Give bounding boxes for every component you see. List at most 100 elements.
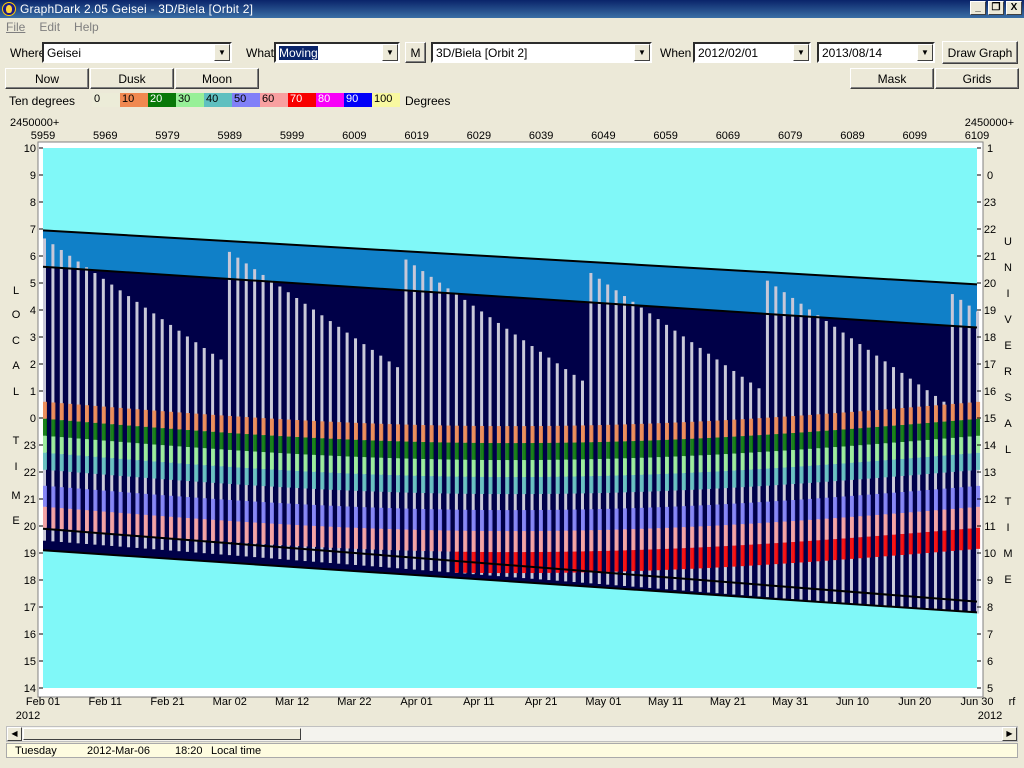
altitude-band: [404, 424, 409, 442]
altitude-band: [757, 469, 762, 487]
chart-svg[interactable]: 2450000+ 2450000+5959 5969 5979 5989 5999 6009…: [0, 112, 1024, 722]
scroll-left-icon[interactable]: ◀: [7, 727, 22, 741]
altitude-band: [480, 476, 485, 494]
altitude-band: [354, 422, 359, 440]
grids-button[interactable]: Grids: [935, 68, 1019, 89]
date-tick-label: Jun 30: [960, 696, 993, 708]
altitude-band: [118, 458, 123, 476]
mask-button[interactable]: Mask: [850, 68, 934, 89]
altitude-band: [236, 450, 241, 468]
altitude-band: [202, 498, 207, 520]
left-hour-tick: 21: [24, 494, 36, 506]
altitude-band: [917, 532, 922, 554]
corner-label: rf: [1009, 696, 1017, 708]
altitude-band: [185, 413, 190, 431]
altitude-band: [278, 503, 283, 525]
scroll-thumb[interactable]: [23, 728, 301, 740]
altitude-band: [480, 530, 485, 552]
altitude-band: [681, 506, 686, 528]
left-hour-tick: 16: [24, 629, 36, 641]
altitude-band: [505, 460, 510, 478]
object-combo[interactable]: 3D/Biela [Orbit 2] ▼: [431, 42, 652, 63]
left-hour-tick: 10: [24, 143, 36, 155]
left-hour-tick: 14: [24, 683, 36, 695]
altitude-band: [648, 440, 653, 458]
altitude-band: [858, 516, 863, 538]
altitude-band: [68, 508, 73, 530]
right-axis-letter: V: [1004, 314, 1012, 326]
altitude-band: [202, 519, 207, 541]
moon-button[interactable]: Moon: [175, 68, 259, 89]
what-combo[interactable]: Moving ▼: [274, 42, 400, 63]
where-combo[interactable]: Geisei ▼: [42, 42, 232, 63]
scroll-right-icon[interactable]: ▶: [1002, 727, 1017, 741]
altitude-band: [127, 513, 132, 535]
draw-graph-button[interactable]: Draw Graph: [942, 41, 1018, 64]
altitude-band: [765, 434, 770, 452]
altitude-band: [446, 442, 451, 460]
altitude-band: [648, 528, 653, 550]
right-axis-letter: U: [1004, 236, 1012, 248]
altitude-band: [488, 477, 493, 495]
altitude-band: [841, 463, 846, 481]
altitude-band: [311, 525, 316, 547]
altitude-band: [875, 514, 880, 536]
altitude-band: [849, 495, 854, 517]
menu-file[interactable]: File: [6, 20, 25, 34]
window-buttons: _ ❐ X: [970, 1, 1022, 15]
altitude-bar: [875, 355, 879, 606]
menu-edit[interactable]: Edit: [39, 20, 60, 34]
right-hour-tick: 6: [987, 656, 993, 668]
altitude-band: [160, 462, 165, 480]
menu-help[interactable]: Help: [74, 20, 99, 34]
altitude-band: [707, 420, 712, 438]
altitude-band: [824, 464, 829, 482]
minimize-button[interactable]: _: [970, 1, 986, 15]
chevron-down-icon[interactable]: ▼: [793, 44, 809, 61]
m-button[interactable]: M: [405, 42, 426, 63]
altitude-band: [623, 508, 628, 530]
jd-tick-label: 5999: [280, 130, 304, 142]
altitude-band: [177, 412, 182, 430]
now-button[interactable]: Now: [5, 68, 89, 89]
chevron-down-icon[interactable]: ▼: [382, 44, 398, 61]
altitude-band: [211, 498, 216, 520]
altitude-band: [320, 421, 325, 439]
left-hour-tick: 7: [30, 224, 36, 236]
altitude-band: [421, 509, 426, 531]
chevron-down-icon[interactable]: ▼: [214, 44, 230, 61]
jd-tick-label: 6029: [467, 130, 491, 142]
dusk-button[interactable]: Dusk: [90, 68, 174, 89]
altitude-band: [656, 474, 661, 492]
color-scale: Ten degrees 0 10 20 30 40 50 60 70 80 90 100 Degre…: [0, 92, 1024, 108]
altitude-band: [505, 426, 510, 444]
right-axis-letter: A: [1004, 418, 1012, 430]
altitude-band: [160, 495, 165, 517]
altitude-band: [690, 505, 695, 527]
altitude-band: [152, 444, 157, 462]
altitude-band: [858, 537, 863, 559]
altitude-band: [68, 403, 73, 421]
altitude-band: [866, 494, 871, 516]
title-bar: GraphDark 2.05 Geisei - 3D/Biela [Orbit …: [0, 0, 1024, 18]
altitude-band: [564, 459, 569, 477]
altitude-band: [85, 510, 90, 532]
altitude-band: [707, 546, 712, 568]
restore-button[interactable]: ❐: [988, 1, 1004, 15]
chevron-down-icon[interactable]: ▼: [917, 44, 933, 61]
altitude-band: [303, 525, 308, 547]
altitude-band: [942, 421, 947, 439]
altitude-band: [261, 435, 266, 453]
altitude-band: [665, 422, 670, 440]
altitude-band: [715, 454, 720, 472]
altitude-band: [261, 469, 266, 487]
altitude-band: [950, 437, 955, 455]
horizontal-scrollbar[interactable]: ◀ ▶: [6, 726, 1018, 742]
visibility-chart[interactable]: 2450000+ 2450000+ 5959 5969 5979 5989 5999 6009…: [0, 112, 1024, 722]
end-date-combo[interactable]: 2013/08/14 ▼: [817, 42, 935, 63]
altitude-band: [732, 453, 737, 471]
altitude-bar: [883, 361, 887, 607]
chevron-down-icon[interactable]: ▼: [634, 44, 650, 61]
close-button[interactable]: X: [1006, 1, 1022, 15]
start-date-combo[interactable]: 2012/02/01 ▼: [693, 42, 811, 63]
